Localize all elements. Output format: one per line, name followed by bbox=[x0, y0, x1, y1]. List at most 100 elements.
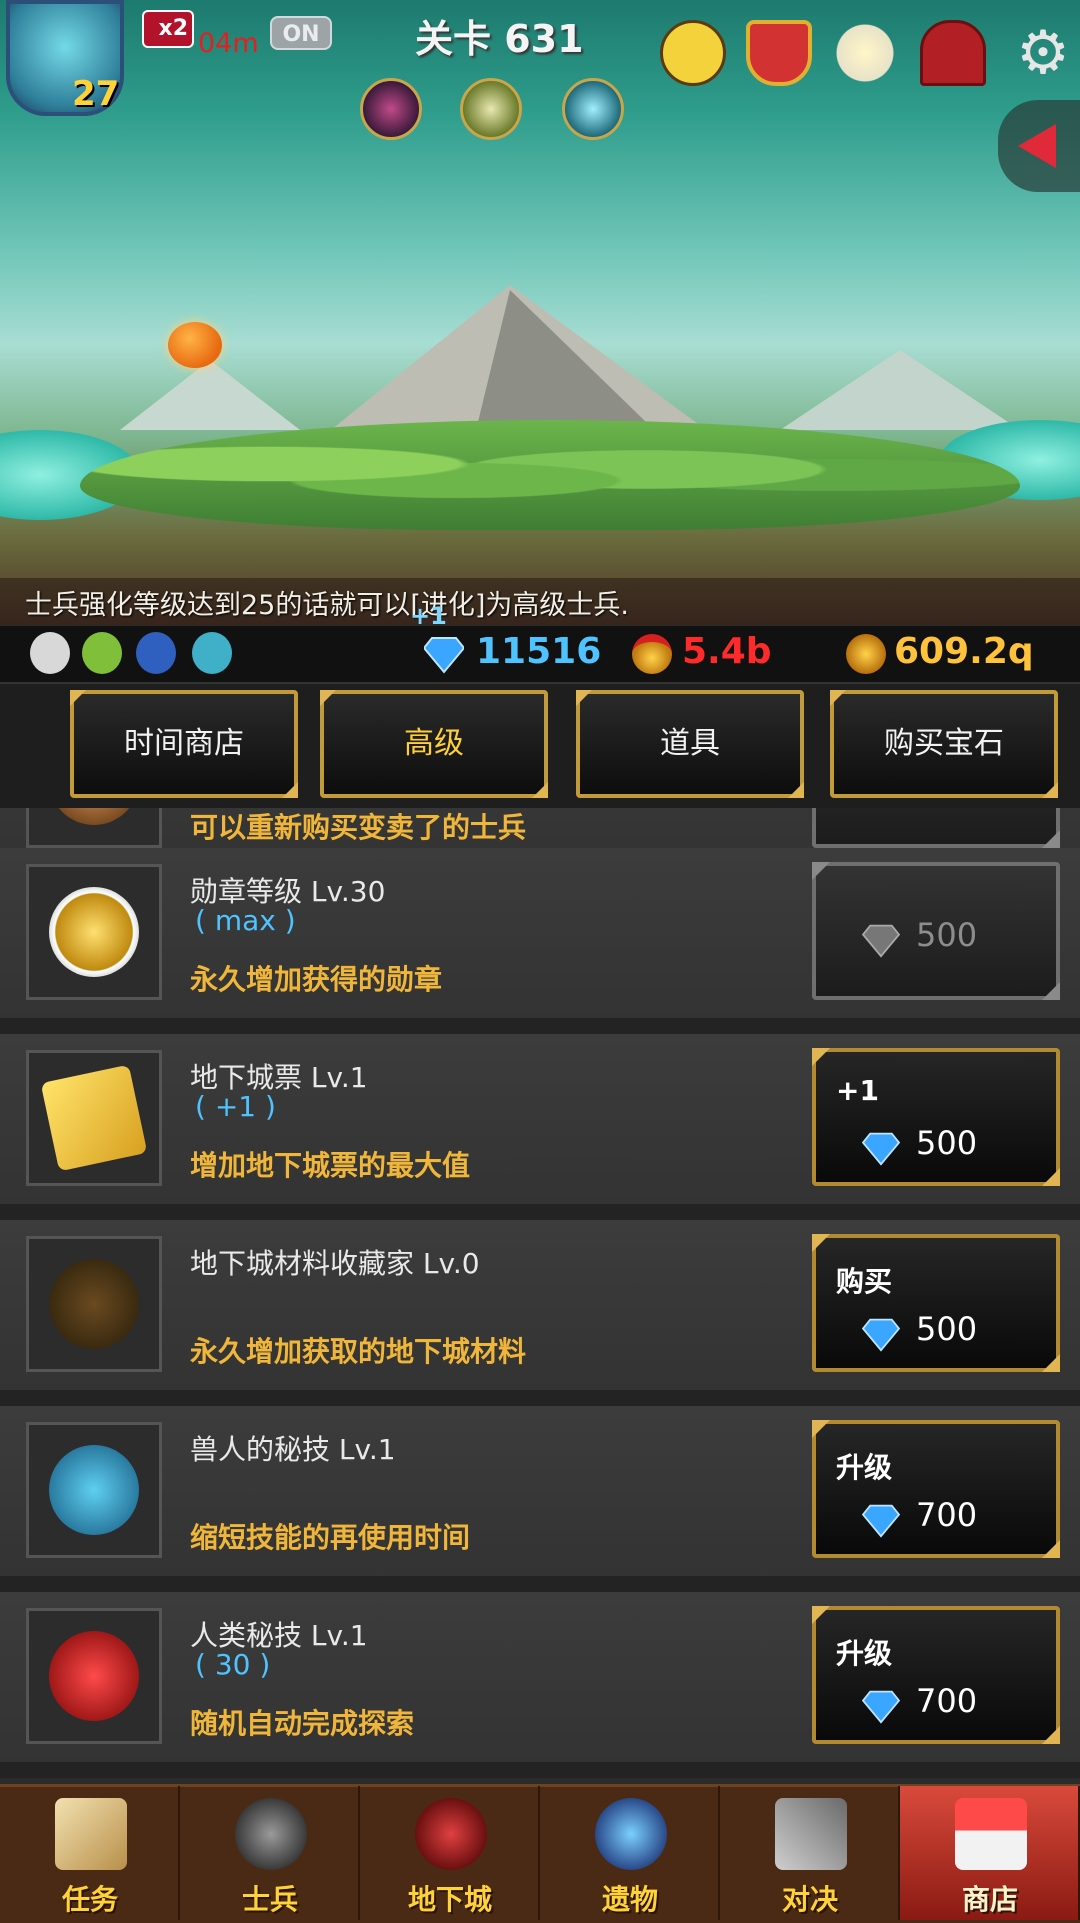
item-icon-frame bbox=[26, 1608, 162, 1744]
item-level-note: ( 30 ) bbox=[195, 1648, 271, 1681]
far-mountain-left bbox=[120, 360, 300, 430]
side-panel-toggle[interactable] bbox=[998, 100, 1080, 192]
item-name: 兽人的秘技 Lv.1 bbox=[190, 1433, 396, 1466]
gem-icon bbox=[862, 924, 900, 958]
buy-price: 700 bbox=[916, 1682, 978, 1720]
merchant-icon bbox=[49, 808, 139, 825]
squad-member-icon bbox=[82, 632, 122, 674]
buy-price: 500 bbox=[916, 1310, 978, 1348]
nav-label: 任务 bbox=[61, 1883, 118, 1916]
item-icon-frame bbox=[26, 808, 162, 848]
shop-item-row: 勋章等级 Lv.30( max ) 永久增加获得的勋章 500 bbox=[0, 848, 1080, 1034]
gem-icon bbox=[424, 637, 464, 674]
item-icon-frame bbox=[26, 1050, 162, 1186]
nav-label: 士兵 bbox=[241, 1883, 298, 1916]
nav-label: 地下城 bbox=[407, 1883, 492, 1916]
item-description: 缩短技能的再使用时间 bbox=[190, 1521, 471, 1554]
guild-shield-icon[interactable] bbox=[746, 20, 812, 86]
gem-icon bbox=[862, 1318, 900, 1352]
chat-icon[interactable] bbox=[660, 20, 726, 86]
tab-2[interactable]: 道具 bbox=[576, 690, 804, 798]
item-icon-frame bbox=[26, 864, 162, 1000]
stage-title: 关卡 631 bbox=[415, 17, 584, 61]
nav-item-4[interactable]: 对决 bbox=[720, 1786, 900, 1920]
auto-toggle[interactable]: ON bbox=[270, 16, 332, 50]
item-description: 增加地下城票的最大值 bbox=[190, 1149, 471, 1182]
item-description: 永久增加获得的勋章 bbox=[190, 963, 443, 996]
squad-member-icon bbox=[30, 632, 70, 674]
battle-scene: 士兵强化等级达到25的话就可以[进化]为高级士兵. bbox=[0, 0, 1080, 625]
speed-boost-icon[interactable]: x2 bbox=[142, 10, 194, 48]
gold-count: 609.2q bbox=[894, 631, 1034, 672]
material-bag-icon bbox=[49, 1259, 139, 1349]
ticket-icon bbox=[40, 1064, 148, 1172]
medal-count: 5.4b bbox=[682, 631, 772, 672]
angel-icon[interactable] bbox=[832, 20, 898, 86]
far-mountain-right bbox=[780, 350, 1020, 430]
shop-item-row: 人类秘技 Lv.1( 30 ) 随机自动完成探索 升级 700 bbox=[0, 1592, 1080, 1778]
triangle-left-icon bbox=[1018, 124, 1056, 168]
gem-gain-popup: +1 bbox=[410, 602, 447, 630]
buy-button[interactable]: 购买 500 bbox=[812, 1234, 1060, 1372]
scroll-icon bbox=[55, 1798, 127, 1870]
gem-icon bbox=[862, 1132, 900, 1166]
buy-button[interactable]: 0 bbox=[812, 808, 1060, 848]
gear-icon[interactable]: ⚙ bbox=[1010, 20, 1076, 86]
shop-icon bbox=[955, 1798, 1027, 1870]
medal-icon bbox=[632, 634, 672, 674]
gold-coin-icon bbox=[846, 634, 886, 674]
buy-button[interactable]: 500 bbox=[812, 862, 1060, 1000]
nav-label: 遗物 bbox=[601, 1883, 658, 1916]
tab-1[interactable]: 高级 bbox=[320, 690, 548, 798]
squad-member-icon bbox=[192, 632, 232, 674]
shop-item-row: 兽人的秘技 Lv.1 缩短技能的再使用时间 升级 700 bbox=[0, 1406, 1080, 1592]
forest bbox=[80, 420, 1020, 530]
buy-button[interactable]: +1 500 bbox=[812, 1048, 1060, 1186]
item-level-note: ( max ) bbox=[195, 904, 296, 937]
buy-price: 700 bbox=[916, 1496, 978, 1534]
buff-spirit-icon[interactable] bbox=[562, 78, 624, 140]
crossed-swords-icon bbox=[775, 1798, 847, 1870]
buy-button-label: 升级 bbox=[836, 1637, 893, 1670]
nav-item-2[interactable]: 地下城 bbox=[360, 1786, 540, 1920]
orc-icon bbox=[49, 1445, 139, 1535]
speed-boost-timer: 04m bbox=[198, 28, 259, 59]
tab-3[interactable]: 购买宝石 bbox=[830, 690, 1058, 798]
nav-item-5[interactable]: 商店 bbox=[900, 1786, 1080, 1920]
human-hero-icon bbox=[49, 1631, 139, 1721]
nav-label: 商店 bbox=[961, 1883, 1018, 1916]
buff-dark-icon[interactable] bbox=[360, 78, 422, 140]
item-description: 永久增加获取的地下城材料 bbox=[190, 1335, 527, 1368]
buff-arrow-icon[interactable] bbox=[460, 78, 522, 140]
nav-item-0[interactable]: 任务 bbox=[0, 1786, 180, 1920]
gem-icon bbox=[862, 1504, 900, 1538]
shop-item-row: 地下城材料收藏家 Lv.0 永久增加获取的地下城材料 购买 500 bbox=[0, 1220, 1080, 1406]
item-name: 地下城材料收藏家 Lv.0 bbox=[190, 1247, 480, 1280]
shop-item-row: 地下城票 Lv.1( +1 ) 增加地下城票的最大值 +1 500 bbox=[0, 1034, 1080, 1220]
item-description: 随机自动完成探索 bbox=[190, 1707, 415, 1740]
gem-icon bbox=[862, 1690, 900, 1724]
buy-price: 500 bbox=[916, 1124, 978, 1162]
item-icon-frame bbox=[26, 1422, 162, 1558]
buy-button-label: 升级 bbox=[836, 1451, 893, 1484]
pumpkin-monster[interactable] bbox=[168, 322, 222, 368]
hint-text: 士兵强化等级达到25的话就可以[进化]为高级士兵. bbox=[25, 590, 630, 621]
monster-plant-icon bbox=[415, 1798, 487, 1870]
buy-button[interactable]: 升级 700 bbox=[812, 1420, 1060, 1558]
orb-icon bbox=[595, 1798, 667, 1870]
mailbox-icon[interactable] bbox=[920, 20, 986, 86]
tab-0[interactable]: 时间商店 bbox=[70, 690, 298, 798]
item-icon-frame bbox=[26, 1236, 162, 1372]
buy-button-label: 购买 bbox=[836, 1265, 893, 1298]
buy-price: 500 bbox=[916, 916, 978, 954]
buy-button[interactable]: 升级 700 bbox=[812, 1606, 1060, 1744]
player-level: 27 bbox=[72, 74, 120, 114]
shop-item-list[interactable]: 可以重新购买变卖了的士兵0勋章等级 Lv.30( max )永久增加获得的勋章5… bbox=[0, 808, 1080, 1784]
medal-icon bbox=[49, 887, 139, 977]
helmet-icon bbox=[235, 1798, 307, 1870]
nav-item-3[interactable]: 遗物 bbox=[540, 1786, 720, 1920]
squad-member-icon bbox=[136, 632, 176, 674]
buy-button-label: +1 bbox=[836, 1074, 879, 1107]
item-level-note: ( +1 ) bbox=[195, 1090, 276, 1123]
nav-item-1[interactable]: 士兵 bbox=[180, 1786, 360, 1920]
